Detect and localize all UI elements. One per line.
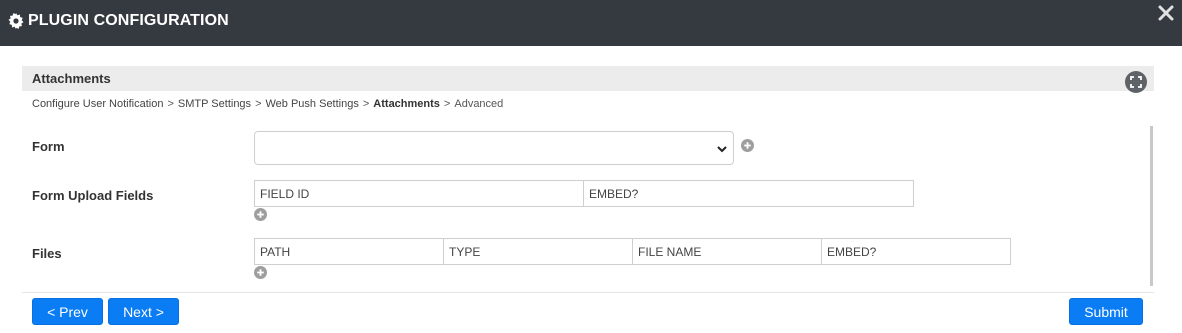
breadcrumb-separator: > [362, 98, 370, 110]
upload-fields-table: FIELD ID EMBED? [254, 180, 914, 207]
expand-icon[interactable] [1125, 71, 1147, 93]
gear-icon [8, 13, 24, 29]
chevron-down-icon [717, 146, 727, 153]
files-label: Files [32, 246, 62, 261]
dialog-title: PLUGIN CONFIGURATION [28, 12, 229, 29]
dialog-titlebar: PLUGIN CONFIGURATION [0, 0, 1182, 46]
prev-button[interactable]: < Prev [32, 298, 103, 325]
breadcrumb-attachments: Attachments [373, 98, 440, 110]
breadcrumb-separator: > [255, 98, 262, 110]
add-file-icon[interactable] [254, 266, 267, 279]
column-header-type: TYPE [444, 239, 633, 264]
column-header-file-name: FILE NAME [633, 239, 822, 264]
add-form-icon[interactable] [741, 139, 754, 152]
close-icon[interactable] [1156, 3, 1176, 23]
column-header-field-id: FIELD ID [255, 181, 584, 206]
breadcrumb: Configure User Notification > SMTP Setting… [32, 98, 503, 110]
next-button[interactable]: Next > [108, 298, 179, 325]
column-header-embed: EMBED? [589, 187, 639, 201]
column-header-embed: EMBED? [827, 245, 877, 259]
breadcrumb-configure-user-notification[interactable]: Configure User Notification [32, 98, 163, 110]
footer-divider [22, 292, 1154, 293]
form-upload-fields-label: Form Upload Fields [32, 188, 154, 203]
scrollbar[interactable] [1150, 126, 1153, 286]
add-upload-field-icon[interactable] [254, 208, 267, 221]
breadcrumb-advanced[interactable]: Advanced [454, 98, 503, 110]
section-header: Attachments [22, 66, 1154, 91]
submit-button[interactable]: Submit [1069, 298, 1143, 325]
breadcrumb-separator: > [167, 98, 174, 110]
column-header-path: PATH [255, 239, 444, 264]
files-table: PATH TYPE FILE NAME EMBED? [254, 238, 1011, 265]
breadcrumb-web-push-settings[interactable]: Web Push Settings [266, 98, 359, 110]
form-select[interactable] [254, 131, 734, 165]
breadcrumb-smtp-settings[interactable]: SMTP Settings [178, 98, 251, 110]
form-label: Form [32, 139, 65, 154]
section-title: Attachments [32, 71, 111, 86]
breadcrumb-separator: > [443, 98, 451, 110]
